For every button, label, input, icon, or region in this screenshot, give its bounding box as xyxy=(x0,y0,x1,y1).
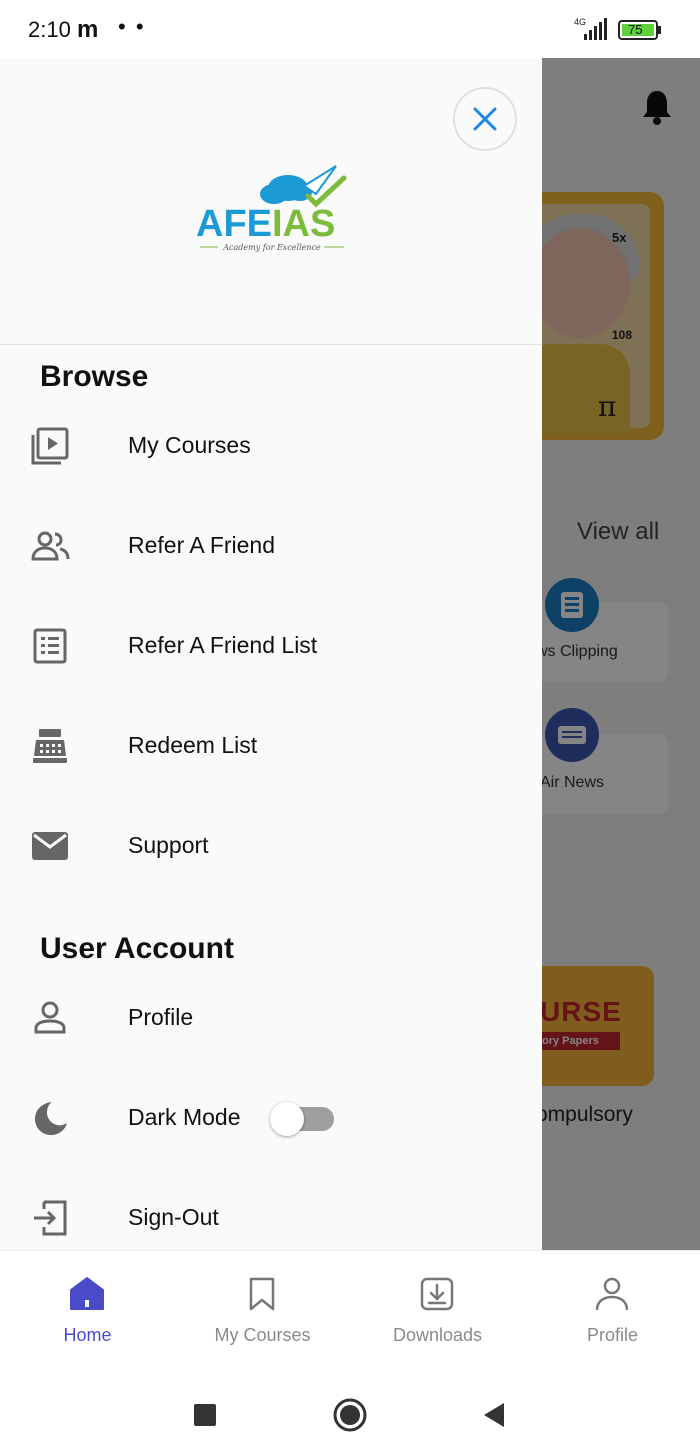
menu-label: Refer A Friend List xyxy=(128,632,318,658)
sign-out-icon xyxy=(34,1200,67,1236)
battery-level: 75 xyxy=(628,22,643,37)
nav-downloads[interactable]: Downloads xyxy=(350,1251,525,1373)
menu-item-my-courses[interactable]: My Courses xyxy=(0,406,542,486)
drawer-divider xyxy=(0,344,542,345)
bottom-navigation: Home My Courses Downloads Profile xyxy=(0,1250,700,1372)
close-drawer-button[interactable] xyxy=(453,87,517,151)
nav-home[interactable]: Home xyxy=(0,1251,175,1373)
battery-icon: 75 xyxy=(618,20,662,40)
mail-icon xyxy=(32,832,68,860)
menu-label: Redeem List xyxy=(128,732,258,758)
nav-label: Downloads xyxy=(392,1325,483,1345)
carrier-glyph: m xyxy=(76,16,99,43)
list-icon xyxy=(33,628,67,664)
bookmark-icon xyxy=(249,1277,275,1311)
recents-icon[interactable] xyxy=(188,1398,222,1432)
menu-item-dark-mode: Dark Mode xyxy=(0,1078,542,1158)
logo-tagline: Academy for Excellence xyxy=(222,243,321,252)
status-time: 2:10 m xyxy=(28,16,99,43)
navigation-drawer: AFEIAS Academy for Excellence Browse My … xyxy=(0,58,542,1250)
app-logo: AFEIAS Academy for Excellence xyxy=(196,156,348,256)
nav-my-courses[interactable]: My Courses xyxy=(175,1251,350,1373)
menu-label: Support xyxy=(128,832,209,858)
logo-text: AFEIAS xyxy=(196,203,335,245)
menu-label: My Courses xyxy=(128,432,251,458)
back-icon[interactable] xyxy=(478,1398,512,1432)
nav-label: Profile xyxy=(586,1325,639,1345)
menu-label: Dark Mode xyxy=(128,1104,241,1130)
menu-label: Refer A Friend xyxy=(128,532,276,558)
menu-item-redeem-list[interactable]: Redeem List xyxy=(0,706,542,786)
home-icon xyxy=(70,1277,104,1310)
cash-register-icon xyxy=(33,729,67,763)
signal-icon: 4G xyxy=(574,17,607,40)
menu-label: Profile xyxy=(128,1004,194,1030)
people-icon xyxy=(31,531,70,561)
menu-item-refer-a-friend[interactable]: Refer A Friend xyxy=(0,506,542,586)
nav-label: Home xyxy=(63,1325,112,1345)
dark-mode-toggle[interactable] xyxy=(270,1102,334,1136)
play-library-icon xyxy=(31,427,69,465)
menu-item-refer-a-friend-list[interactable]: Refer A Friend List xyxy=(0,606,542,686)
menu-item-support[interactable]: Support xyxy=(0,806,542,886)
network-label: 4G xyxy=(574,17,586,27)
menu-item-profile[interactable]: Profile xyxy=(0,978,542,1058)
menu-item-sign-out[interactable]: Sign-Out xyxy=(0,1178,542,1258)
nav-profile[interactable]: Profile xyxy=(525,1251,700,1373)
nav-label: My Courses xyxy=(214,1325,311,1345)
status-dots: • • xyxy=(118,14,146,39)
person-icon xyxy=(34,1001,66,1034)
close-icon xyxy=(473,107,497,131)
browse-section-title: Browse xyxy=(40,360,149,393)
menu-label: Sign-Out xyxy=(128,1204,219,1230)
home-button-icon[interactable] xyxy=(333,1398,367,1432)
download-icon xyxy=(420,1277,454,1311)
status-bar: 2:10 m • • 4G 75 xyxy=(0,0,700,58)
person-icon xyxy=(595,1277,629,1311)
moon-icon xyxy=(35,1102,67,1135)
system-navigation-bar xyxy=(0,1372,700,1456)
user-account-section-title: User Account xyxy=(40,932,234,965)
